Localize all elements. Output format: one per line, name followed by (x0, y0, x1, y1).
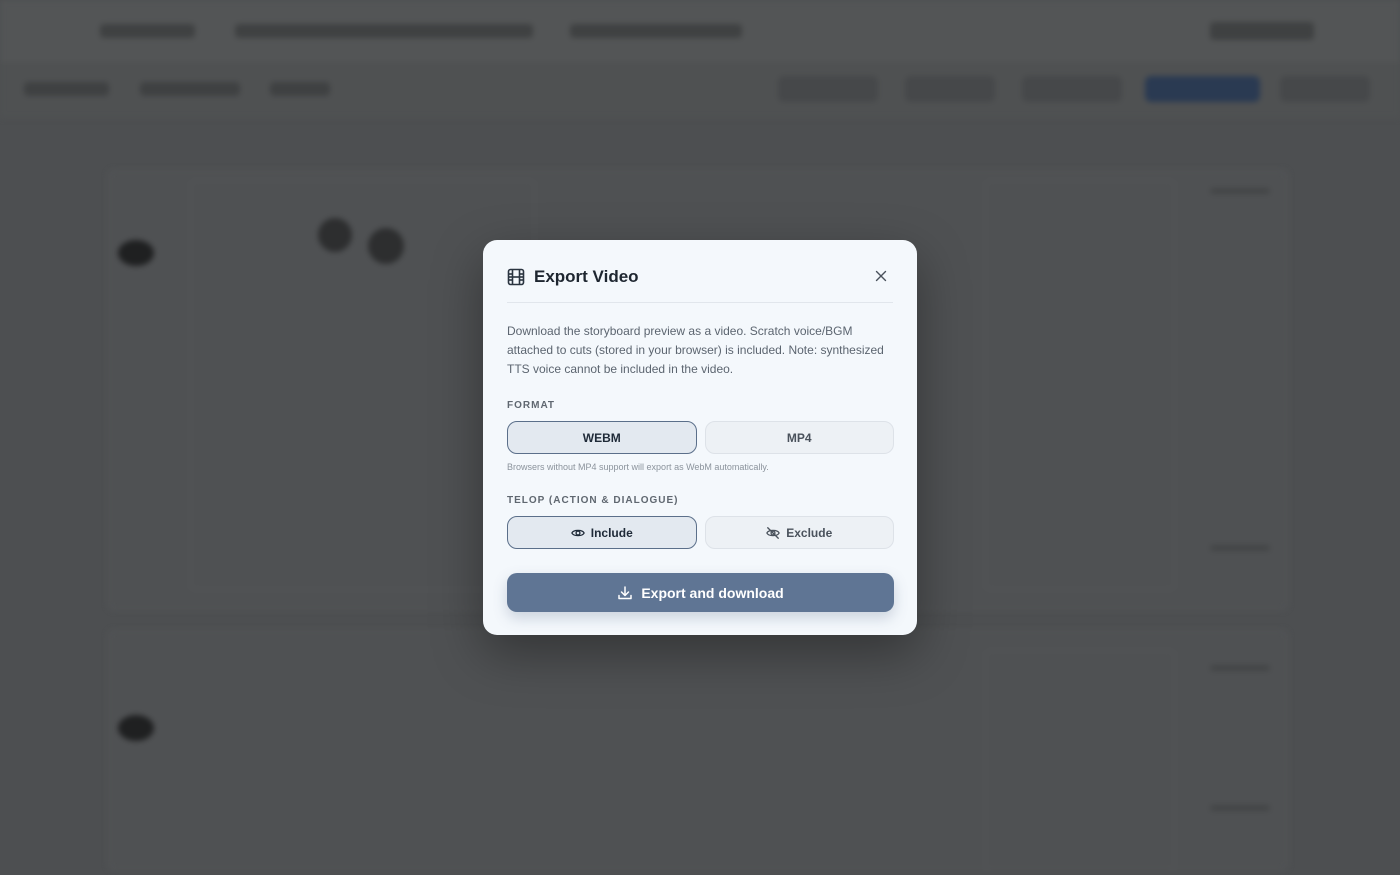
format-selector: WEBM MP4 (507, 421, 894, 454)
format-label: FORMAT (507, 400, 556, 411)
export-video-dialog: Export Video Download the storyboard pre… (483, 240, 917, 635)
header-divider (507, 302, 893, 303)
close-button[interactable] (873, 268, 889, 284)
telop-include-button[interactable]: Include (507, 516, 697, 549)
close-icon (875, 270, 887, 282)
format-webm-button[interactable]: WEBM (507, 421, 697, 454)
dialog-description: Download the storyboard preview as a vid… (507, 324, 884, 376)
film-icon (507, 268, 525, 286)
download-icon (618, 585, 633, 599)
format-hint: Browsers without MP4 support will export… (507, 462, 769, 472)
telop-exclude-button[interactable]: Exclude (704, 516, 894, 549)
export-download-button[interactable]: Export and download (507, 573, 894, 612)
telop-exclude-label: Exclude (786, 525, 833, 540)
eye-icon (570, 529, 585, 536)
telop-selector: Include Exclude (507, 516, 894, 549)
dialog-title: Export Video (534, 267, 639, 286)
telop-include-label: Include (590, 525, 633, 540)
telop-label: TELOP (ACTION & DIALOGUE) (507, 495, 679, 506)
eye-off-icon (766, 526, 781, 539)
format-mp4-button[interactable]: MP4 (704, 421, 894, 454)
dialog-header: Export Video (507, 264, 893, 290)
export-download-label: Export and download (641, 584, 784, 601)
background-topbar (0, 0, 1400, 62)
